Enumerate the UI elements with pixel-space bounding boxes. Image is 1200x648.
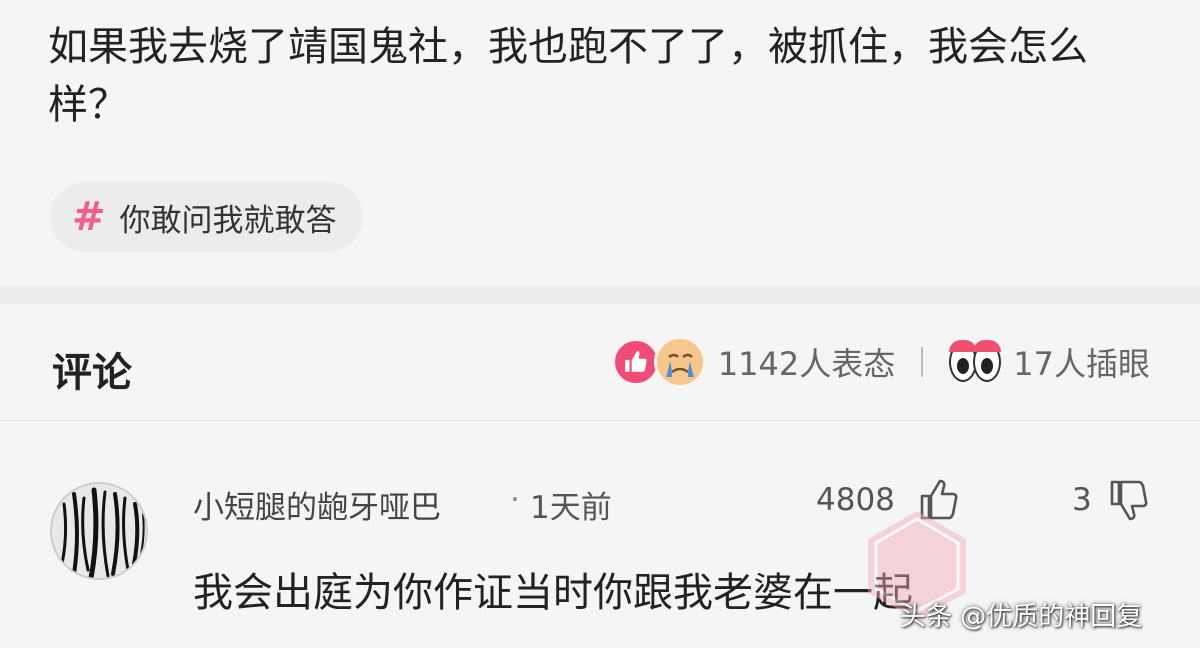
dislike-count: 3 — [1072, 482, 1092, 518]
comment-dot: · — [510, 482, 520, 518]
comment-time: 1天前 — [530, 490, 612, 526]
question-text: 如果我去烧了靖国鬼社，我也跑不了了，被抓住，我会怎么样？ — [48, 24, 1088, 128]
reactions-count: 1142人表态 — [717, 345, 896, 383]
comment-author[interactable]: 小短腿的龅牙哑巴 — [193, 482, 441, 527]
eyes-icon — [949, 340, 1002, 382]
reactions-summary[interactable]: 1142人表态 17人插眼 — [611, 334, 1150, 390]
topic-chip[interactable]: # 你敢问我就敢答 — [50, 182, 363, 252]
thumbs-down-icon[interactable] — [1108, 478, 1152, 524]
hashtag-icon: # — [72, 194, 106, 240]
header-divider — [0, 420, 1200, 421]
avatar[interactable] — [50, 482, 148, 580]
crying-face-icon — [653, 336, 706, 388]
comments-title: 评论 — [52, 350, 132, 396]
reactions-separator — [921, 347, 924, 377]
section-divider — [0, 286, 1200, 304]
thumbs-up-badge-icon — [611, 338, 660, 386]
comment-body: 我会出庭为你作证当时你跟我老婆在一起 — [193, 570, 913, 616]
watermark-text: 头条 @优质的神回复 — [900, 602, 1143, 632]
eyes-count: 17人插眼 — [1013, 345, 1150, 383]
topic-label: 你敢问我就敢答 — [119, 202, 337, 239]
